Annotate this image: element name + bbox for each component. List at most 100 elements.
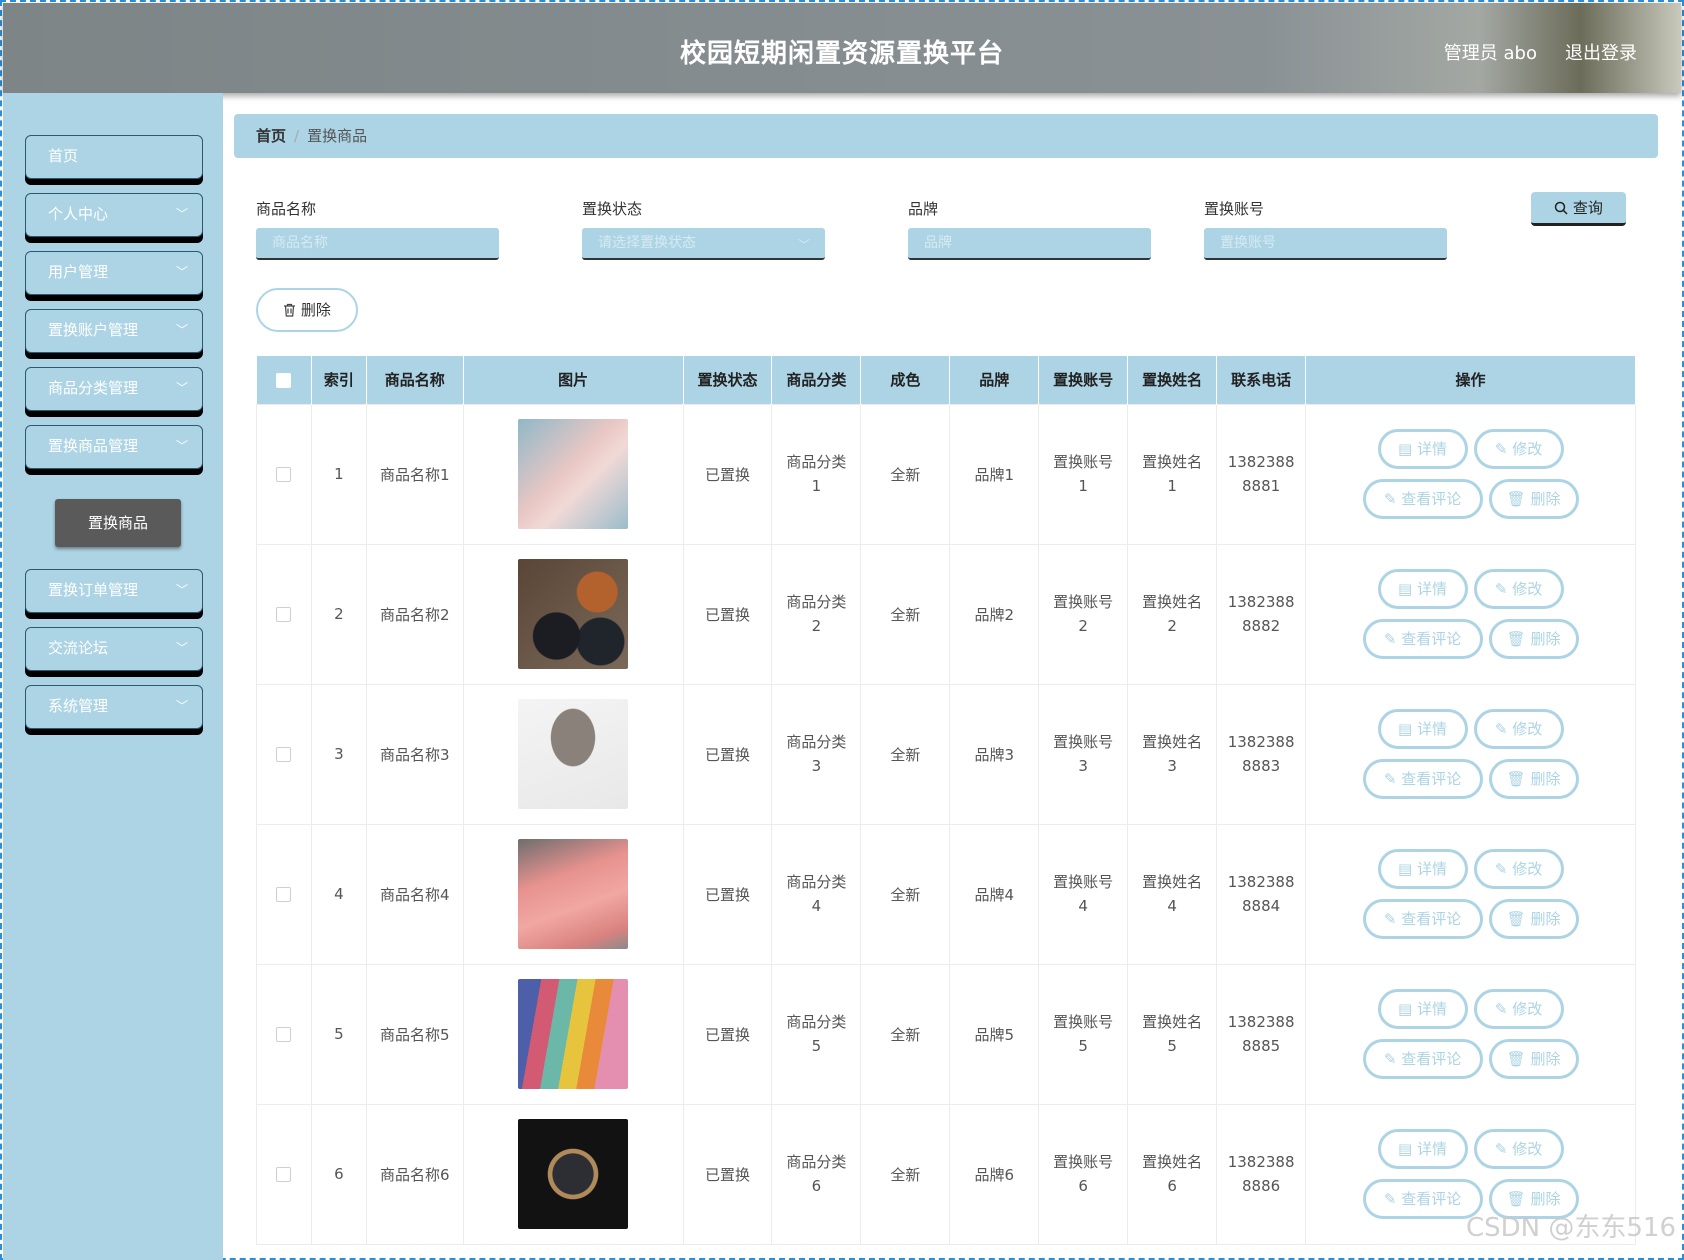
- row-category: 商品分类: [786, 873, 847, 891]
- select-all-checkbox[interactable]: [276, 372, 292, 388]
- row-goods-name: 商品名称5: [365, 963, 464, 1105]
- document-icon: ▤: [1398, 1000, 1413, 1018]
- sidebar-item-exchange-account-management[interactable]: 置换账户管理 ﹀: [25, 309, 203, 353]
- detail-button[interactable]: ▤ 详情: [1377, 989, 1468, 1029]
- col-index: 索引: [311, 356, 367, 404]
- row-index: 1: [310, 403, 367, 545]
- view-comments-button[interactable]: ✎ 查看评论: [1362, 759, 1483, 799]
- row-account-cell: 置换账号 3: [1038, 683, 1129, 825]
- brand-input[interactable]: [908, 228, 1151, 260]
- pencil-icon: ✎: [1383, 910, 1397, 928]
- row-category-num: 3: [811, 757, 822, 775]
- view-comments-button[interactable]: ✎ 查看评论: [1362, 1039, 1483, 1079]
- wrist-watch-photo[interactable]: [518, 1119, 629, 1229]
- row-image-cell: [462, 1103, 684, 1245]
- row-phone-part1: 1382388: [1227, 1153, 1295, 1171]
- edit-button[interactable]: ✎ 修改: [1473, 709, 1564, 749]
- edit-button[interactable]: ✎ 修改: [1473, 989, 1564, 1029]
- edit-button-label: 修改: [1512, 440, 1543, 458]
- pencil-icon: ✎: [1383, 1190, 1397, 1208]
- detail-button[interactable]: ▤ 详情: [1377, 429, 1468, 469]
- logout-link[interactable]: 退出登录: [1565, 39, 1637, 65]
- exchange-status-select[interactable]: [582, 228, 825, 260]
- row-checkbox[interactable]: [276, 607, 292, 622]
- breadcrumb-home[interactable]: 首页: [256, 127, 286, 145]
- sidebar-subitem-exchange-goods[interactable]: 置换商品: [55, 499, 181, 547]
- edit-button[interactable]: ✎ 修改: [1473, 569, 1564, 609]
- row-account-cell: 置换账号 2: [1038, 543, 1129, 685]
- view-comments-label: 查看评论: [1401, 910, 1462, 928]
- view-comments-button[interactable]: ✎ 查看评论: [1362, 479, 1483, 519]
- view-comments-label: 查看评论: [1401, 1050, 1462, 1068]
- view-comments-button[interactable]: ✎ 查看评论: [1362, 619, 1483, 659]
- sidebar-item-exchange-goods-management[interactable]: 置换商品管理 ﹀: [25, 425, 203, 469]
- row-person-cell: 置换姓名 1: [1127, 403, 1218, 545]
- row-category: 商品分类: [786, 453, 847, 471]
- detail-button[interactable]: ▤ 详情: [1377, 849, 1468, 889]
- view-comments-label: 查看评论: [1401, 630, 1462, 648]
- row-category-cell: 商品分类 2: [771, 543, 862, 685]
- row-delete-button[interactable]: 🗑 删除: [1488, 479, 1579, 519]
- row-delete-button[interactable]: 🗑 删除: [1488, 1039, 1579, 1079]
- row-delete-button[interactable]: 🗑 删除: [1488, 619, 1579, 659]
- sidebar-item-personal-center[interactable]: 个人中心 ﹀: [25, 193, 203, 237]
- document-icon: ▤: [1398, 440, 1413, 458]
- leather-shoes-photo[interactable]: [518, 559, 629, 669]
- edit-button[interactable]: ✎ 修改: [1473, 1129, 1564, 1169]
- colorful-wallets-photo[interactable]: [518, 979, 629, 1089]
- pink-handbag-photo[interactable]: [518, 419, 629, 529]
- detail-button[interactable]: ▤ 详情: [1377, 709, 1468, 749]
- view-comments-button[interactable]: ✎ 查看评论: [1362, 1179, 1483, 1219]
- sidebar-item-user-management[interactable]: 用户管理 ﹀: [25, 251, 203, 295]
- sidebar-item-category-management[interactable]: 商品分类管理 ﹀: [25, 367, 203, 411]
- top-header: 校园短期闲置资源置换平台 管理员 abo 退出登录: [3, 3, 1681, 93]
- detail-button-label: 详情: [1417, 860, 1448, 878]
- trash-icon: [284, 303, 296, 317]
- row-category-cell: 商品分类 5: [771, 963, 862, 1105]
- watermark: CSDN @东东516: [1465, 1213, 1676, 1243]
- document-icon: ▤: [1398, 1140, 1413, 1158]
- row-person-num: 6: [1167, 1177, 1177, 1195]
- detail-button[interactable]: ▤ 详情: [1377, 1129, 1468, 1169]
- row-condition: 全新: [860, 1103, 951, 1245]
- pink-quilt-photo[interactable]: [518, 839, 629, 949]
- row-person-cell: 置换姓名 5: [1127, 963, 1218, 1105]
- view-comments-label: 查看评论: [1401, 1190, 1462, 1208]
- row-delete-button[interactable]: 🗑 删除: [1488, 759, 1579, 799]
- table-row: 3 商品名称3 已置换 商品分类 3 全新 品牌3 置换账号 3 置换姓名 3 138…: [256, 683, 1636, 825]
- query-button[interactable]: 查询: [1531, 192, 1626, 226]
- row-phone-part2: 8884: [1242, 897, 1281, 915]
- exchange-account-input[interactable]: [1204, 228, 1447, 260]
- detail-button[interactable]: ▤ 详情: [1377, 569, 1468, 609]
- row-checkbox[interactable]: [276, 1167, 292, 1182]
- trash-icon: 🗑: [1506, 630, 1526, 648]
- row-delete-label: 删除: [1530, 1190, 1561, 1208]
- row-index: 5: [310, 963, 367, 1105]
- detail-button-label: 详情: [1417, 1000, 1448, 1018]
- edit-button[interactable]: ✎ 修改: [1473, 849, 1564, 889]
- batch-delete-button[interactable]: 删除: [256, 288, 358, 332]
- row-checkbox[interactable]: [276, 747, 292, 762]
- row-delete-button[interactable]: 🗑 删除: [1488, 899, 1579, 939]
- trash-icon: 🗑: [1506, 770, 1526, 788]
- row-checkbox[interactable]: [276, 467, 292, 482]
- row-checkbox[interactable]: [276, 887, 292, 902]
- edit-button[interactable]: ✎ 修改: [1473, 429, 1564, 469]
- view-comments-button[interactable]: ✎ 查看评论: [1362, 899, 1483, 939]
- row-status: 已置换: [682, 823, 773, 965]
- goods-name-input[interactable]: [256, 228, 499, 260]
- table-row: 5 商品名称5 已置换 商品分类 5 全新 品牌5 置换账号 5 置换姓名 5 138…: [256, 963, 1636, 1105]
- sidebar-item-system-management[interactable]: 系统管理 ﹀: [25, 685, 203, 729]
- sidebar-item-forum[interactable]: 交流论坛 ﹀: [25, 627, 203, 671]
- neck-massager-photo[interactable]: [518, 699, 629, 809]
- row-phone-cell: 1382388 8883: [1216, 683, 1307, 825]
- sidebar-item-label: 置换订单管理: [48, 581, 139, 599]
- sidebar-item-label: 首页: [48, 147, 79, 165]
- row-category-cell: 商品分类 4: [771, 823, 862, 965]
- row-brand: 品牌5: [949, 963, 1040, 1105]
- row-phone-cell: 1382388 8884: [1216, 823, 1307, 965]
- sidebar-item-order-management[interactable]: 置换订单管理 ﹀: [25, 569, 203, 613]
- row-checkbox[interactable]: [276, 1027, 292, 1042]
- row-brand: 品牌1: [949, 403, 1040, 545]
- sidebar-item-home[interactable]: 首页: [25, 135, 203, 179]
